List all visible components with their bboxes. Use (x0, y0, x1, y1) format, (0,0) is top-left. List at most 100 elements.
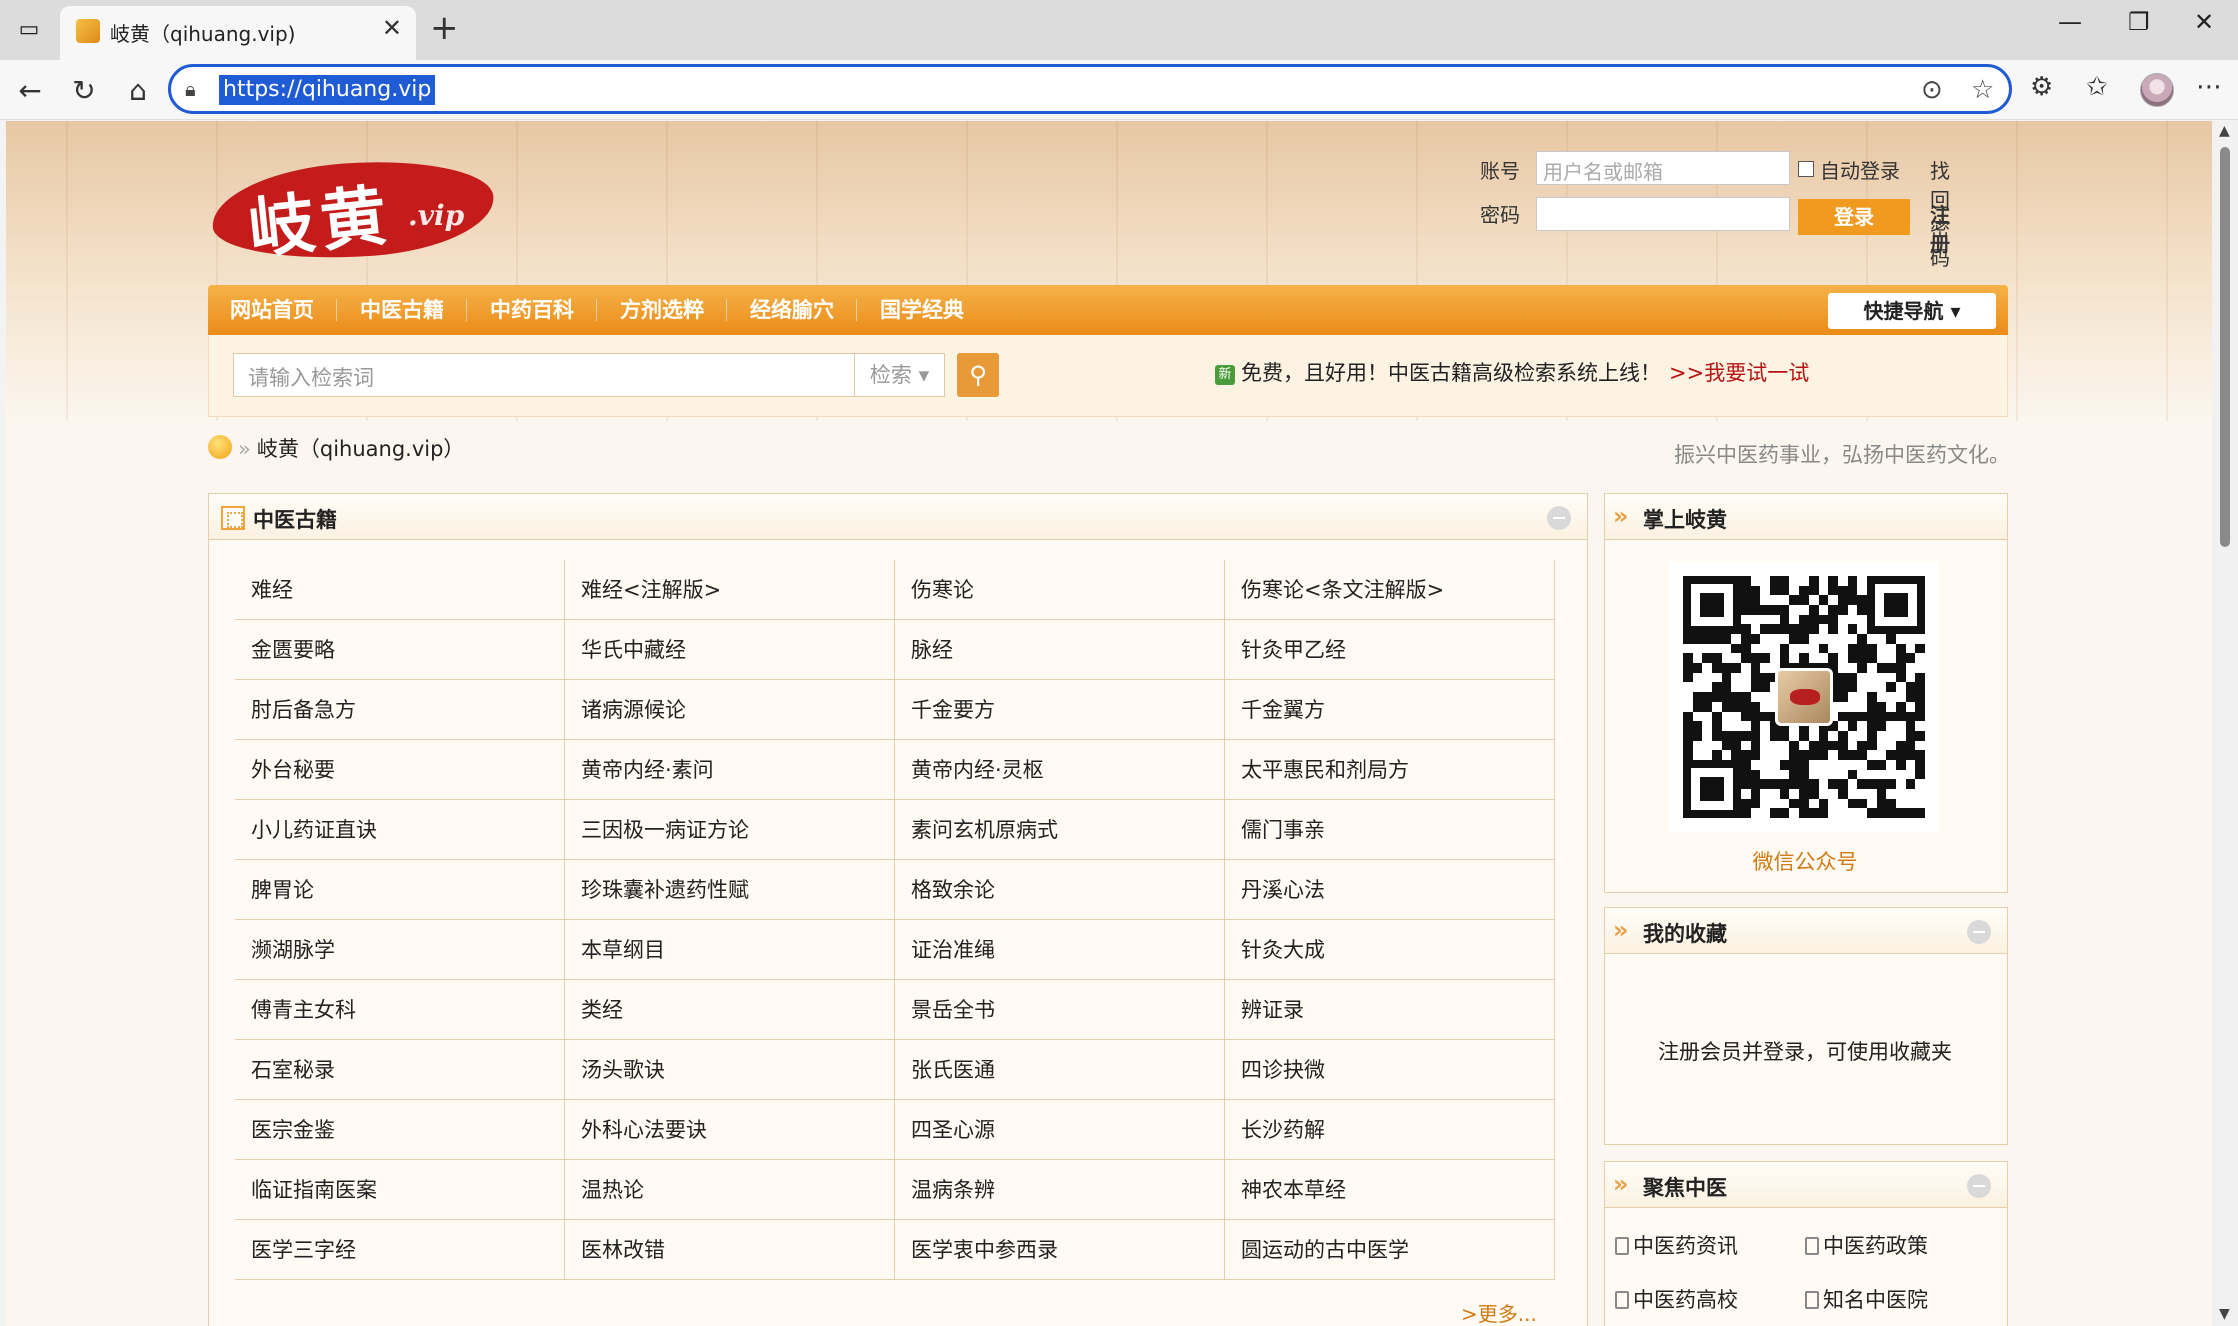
book-link[interactable]: 临证指南医案 (235, 1160, 565, 1220)
favorites-icon[interactable]: ✩ (2086, 72, 2108, 102)
book-link[interactable]: 医学衷中参西录 (895, 1220, 1225, 1280)
tab-actions-icon[interactable]: ▭ (14, 14, 44, 44)
book-link[interactable]: 温热论 (565, 1160, 895, 1220)
book-link[interactable]: 诸病源候论 (565, 680, 895, 740)
book-link[interactable]: 证治准绳 (895, 920, 1225, 980)
book-link[interactable]: 景岳全书 (895, 980, 1225, 1040)
account-input[interactable]: 用户名或邮箱 (1536, 151, 1790, 185)
nav-sinology[interactable]: 国学经典 (880, 285, 964, 335)
book-link[interactable]: 濒湖脉学 (235, 920, 565, 980)
book-link[interactable]: 温病条辨 (895, 1160, 1225, 1220)
book-link[interactable]: 傅青主女科 (235, 980, 565, 1040)
scrollbar-thumb[interactable] (2220, 147, 2230, 547)
breadcrumb-separator: » (238, 437, 251, 461)
book-link[interactable]: 圆运动的古中医学 (1225, 1220, 1555, 1280)
close-tab-icon[interactable]: ✕ (382, 14, 402, 42)
collapse-icon[interactable] (1547, 506, 1571, 530)
book-link[interactable]: 格致余论 (895, 860, 1225, 920)
book-link[interactable]: 千金要方 (895, 680, 1225, 740)
more-menu-icon[interactable]: ⋯ (2196, 72, 2222, 102)
reader-icon[interactable]: ⊙ (1921, 75, 1943, 105)
home-icon[interactable]: ⌂ (118, 70, 158, 110)
nav-classics[interactable]: 中医古籍 (360, 285, 444, 335)
book-link[interactable]: 医学三字经 (235, 1220, 565, 1280)
auto-login-label[interactable]: 自动登录 (1820, 155, 1900, 184)
nav-acupoints[interactable]: 经络腧穴 (750, 285, 834, 335)
collapse-icon[interactable] (1967, 1174, 1991, 1198)
book-link[interactable]: 华氏中藏经 (565, 620, 895, 680)
minimize-icon[interactable]: — (2058, 8, 2082, 36)
qr-module (1847, 643, 1858, 654)
book-link[interactable]: 针灸大成 (1225, 920, 1555, 980)
book-link[interactable]: 三因极一病证方论 (565, 800, 895, 860)
book-link[interactable]: 太平惠民和剂局方 (1225, 740, 1555, 800)
focus-link[interactable]: 中医药政策 (1805, 1230, 1928, 1260)
refresh-icon[interactable]: ↻ (64, 70, 104, 110)
active-tab[interactable]: 岐黄（qihuang.vip) ✕ (60, 6, 416, 60)
scroll-down-icon[interactable]: ▼ (2219, 1306, 2230, 1322)
book-link[interactable]: 石室秘录 (235, 1040, 565, 1100)
book-link[interactable]: 医宗金鉴 (235, 1100, 565, 1160)
back-icon[interactable]: ← (10, 70, 50, 110)
book-link[interactable]: 本草纲目 (565, 920, 895, 980)
book-link[interactable]: 汤头歌诀 (565, 1040, 895, 1100)
book-link[interactable]: 伤寒论<条文注解版> (1225, 560, 1555, 620)
favorite-star-icon[interactable]: ☆ (1971, 75, 1994, 105)
nav-formulas[interactable]: 方剂选粹 (620, 285, 704, 335)
book-link[interactable]: 儒门事亲 (1225, 800, 1555, 860)
book-link[interactable]: 辨证录 (1225, 980, 1555, 1040)
book-link[interactable]: 金匮要略 (235, 620, 565, 680)
book-link[interactable]: 外台秘要 (235, 740, 565, 800)
collapse-icon[interactable] (1967, 920, 1991, 944)
password-input[interactable] (1536, 197, 1790, 231)
book-link[interactable]: 神农本草经 (1225, 1160, 1555, 1220)
focus-link[interactable]: 中医药资讯 (1615, 1230, 1738, 1260)
book-link[interactable]: 脾胃论 (235, 860, 565, 920)
register-link[interactable]: 注册 (1930, 199, 1950, 257)
search-input[interactable]: 请输入检索词 检索 ▾ (233, 353, 945, 397)
auto-login-checkbox[interactable] (1798, 161, 1814, 177)
address-bar[interactable]: 🔒︎ https://qihuang.vip ⊙ ☆ (168, 64, 2012, 114)
extensions-icon[interactable]: ⚙ (2030, 72, 2053, 102)
page-scrollbar[interactable]: ▲ ▼ (2212, 121, 2238, 1326)
lock-icon[interactable]: 🔒︎ (185, 77, 196, 101)
book-link[interactable]: 长沙药解 (1225, 1100, 1555, 1160)
book-link[interactable]: 难经<注解版> (565, 560, 895, 620)
focus-link[interactable]: 知名中医院 (1805, 1284, 1928, 1314)
book-link[interactable]: 丹溪心法 (1225, 860, 1555, 920)
promo-try-link[interactable]: >>我要试一试 (1669, 361, 1809, 385)
login-button[interactable]: 登录 (1798, 199, 1910, 235)
search-button[interactable]: ⚲ (957, 353, 999, 397)
book-link[interactable]: 四圣心源 (895, 1100, 1225, 1160)
breadcrumb-current[interactable]: 岐黄（qihuang.vip） (257, 437, 465, 461)
restore-icon[interactable]: ❐ (2128, 8, 2150, 36)
book-link[interactable]: 肘后备急方 (235, 680, 565, 740)
book-link[interactable]: 伤寒论 (895, 560, 1225, 620)
url-text[interactable]: https://qihuang.vip (219, 75, 436, 105)
book-link[interactable]: 黄帝内经·灵枢 (895, 740, 1225, 800)
search-type-select[interactable]: 检索 ▾ (854, 354, 944, 396)
quick-nav-button[interactable]: 快捷导航 ▾ (1828, 293, 1996, 329)
more-link[interactable]: >更多... (1461, 1298, 1537, 1326)
book-link[interactable]: 医林改错 (565, 1220, 895, 1280)
new-tab-icon[interactable]: + (430, 8, 459, 48)
scroll-up-icon[interactable]: ▲ (2219, 123, 2230, 139)
book-link[interactable]: 脉经 (895, 620, 1225, 680)
focus-link[interactable]: 中医药高校 (1615, 1284, 1738, 1314)
book-link[interactable]: 张氏医通 (895, 1040, 1225, 1100)
book-link[interactable]: 素问玄机原病式 (895, 800, 1225, 860)
book-link[interactable]: 针灸甲乙经 (1225, 620, 1555, 680)
book-link[interactable]: 黄帝内经·素问 (565, 740, 895, 800)
book-link[interactable]: 珍珠囊补遗药性赋 (565, 860, 895, 920)
close-window-icon[interactable]: ✕ (2194, 8, 2214, 36)
nav-herbs[interactable]: 中药百科 (490, 285, 574, 335)
book-link[interactable]: 难经 (235, 560, 565, 620)
book-link[interactable]: 类经 (565, 980, 895, 1040)
book-link[interactable]: 千金翼方 (1225, 680, 1555, 740)
site-logo[interactable]: 岐黄 .vip (209, 153, 500, 268)
book-link[interactable]: 小儿药证直诀 (235, 800, 565, 860)
nav-home[interactable]: 网站首页 (230, 285, 314, 335)
book-link[interactable]: 外科心法要诀 (565, 1100, 895, 1160)
profile-avatar[interactable] (2140, 73, 2174, 107)
book-link[interactable]: 四诊抉微 (1225, 1040, 1555, 1100)
